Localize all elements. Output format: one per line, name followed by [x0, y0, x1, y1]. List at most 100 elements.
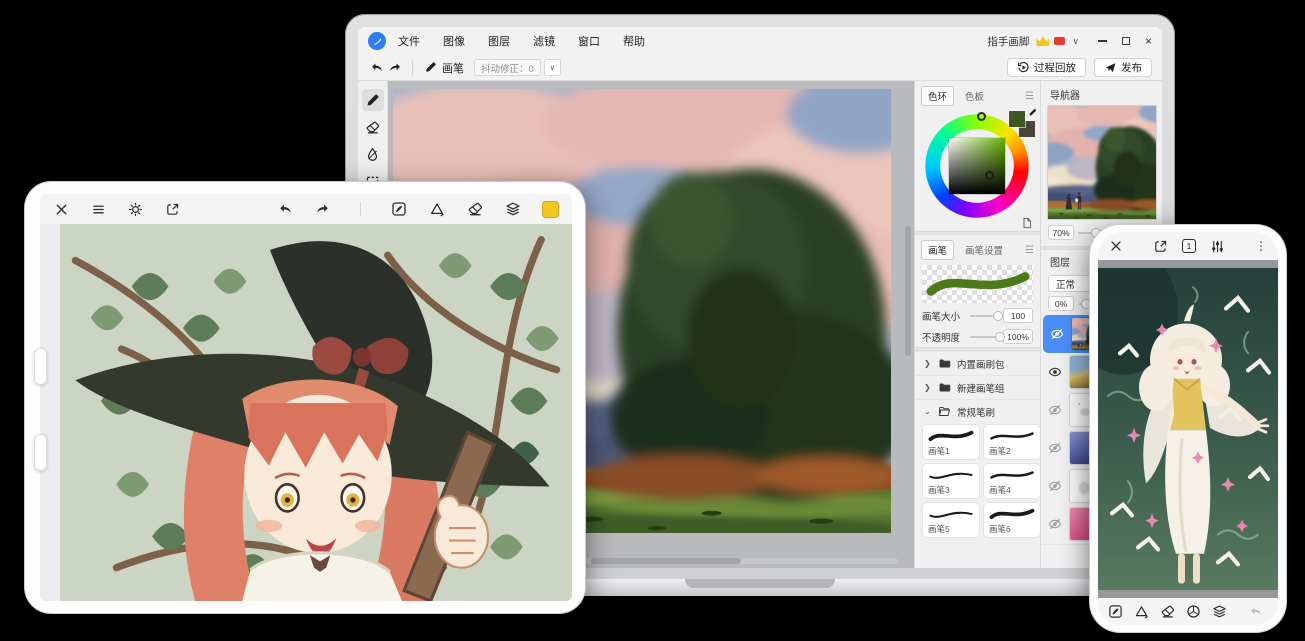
phone-device: 1 ⋮	[1090, 225, 1286, 632]
brush-size-value[interactable]: 100	[1003, 308, 1033, 323]
brush-card-4[interactable]: 画笔4	[984, 464, 1040, 498]
eye-icon[interactable]	[1045, 365, 1065, 379]
brush-tool-button[interactable]	[362, 89, 384, 111]
shape-tool-icon[interactable]	[429, 201, 445, 217]
hue-selector[interactable]	[977, 112, 986, 121]
tablet-artwork-witch-girl[interactable]	[60, 224, 572, 601]
layers-icon[interactable]	[505, 201, 521, 217]
zoom-value[interactable]: 70%	[1048, 225, 1074, 240]
brush-card-6[interactable]: 画笔6	[984, 503, 1040, 537]
canvas-brush-icon[interactable]	[391, 201, 407, 217]
tab-color-wheel[interactable]: 色环	[921, 86, 954, 106]
maximize-button[interactable]	[1122, 37, 1130, 45]
redo-button[interactable]	[386, 59, 404, 77]
export-icon[interactable]	[165, 202, 180, 217]
menu-help[interactable]: 帮助	[623, 33, 645, 49]
brush-panel-tabs: 画笔 画笔设置 ☰	[915, 235, 1040, 263]
menu-file[interactable]: 文件	[398, 33, 420, 49]
menu-bar: 文件 图像 图层 滤镜 窗口 帮助	[398, 33, 645, 49]
new-swatch-icon[interactable]	[1021, 217, 1033, 229]
quick-toolbar: 画笔 抖动修正：0 ∨ 过程回放 发布	[358, 55, 1162, 81]
stabilizer-field[interactable]: 抖动修正：0	[474, 59, 541, 76]
swatch-pen-icon	[1028, 108, 1037, 117]
tab-color-swatches[interactable]: 色板	[958, 86, 991, 106]
brush-card-2[interactable]: 画笔2	[984, 425, 1040, 459]
eye-off-icon[interactable]	[1045, 403, 1065, 417]
current-tool-label: 画笔	[442, 60, 464, 76]
eraser-icon[interactable]	[1160, 604, 1175, 619]
toolbar-divider	[412, 61, 413, 75]
tablet-toolbar	[40, 194, 572, 224]
redo-icon[interactable]	[315, 202, 330, 217]
account-name[interactable]: 指手画脚	[987, 34, 1029, 49]
tablet-screen	[40, 194, 572, 601]
canvas-brush-icon[interactable]	[1108, 604, 1123, 619]
brush-opacity-value[interactable]: 100%	[1003, 329, 1033, 344]
redo-icon[interactable]	[1274, 605, 1278, 619]
menu-filter[interactable]: 滤镜	[533, 33, 555, 49]
eye-off-icon[interactable]	[1047, 327, 1067, 341]
layer-count-icon[interactable]: 1	[1182, 239, 1196, 253]
menu-layer[interactable]: 图层	[488, 33, 510, 49]
undo-button[interactable]	[368, 59, 386, 77]
smudge-tool-button[interactable]	[362, 143, 384, 165]
horizontal-scroll-thumb[interactable]	[591, 558, 741, 564]
app-logo-icon	[368, 32, 386, 50]
brush-card-5[interactable]: 画笔5	[923, 503, 979, 537]
minimize-button[interactable]	[1098, 40, 1107, 42]
shape-tool-icon[interactable]	[1134, 604, 1149, 619]
brush-group-label: 内置画刷包	[957, 357, 1005, 371]
close-icon[interactable]	[1109, 239, 1123, 253]
close-button[interactable]: ×	[1145, 35, 1152, 47]
eraser-tool-button[interactable]	[362, 116, 384, 138]
laptop-notch	[685, 579, 835, 588]
brush-group-label: 新建画笔组	[957, 381, 1005, 395]
brush-group-regular[interactable]: ⌄ 常规笔刷	[915, 399, 1040, 423]
tab-brush[interactable]: 画笔	[921, 240, 954, 260]
layer-opacity-value[interactable]: 0%	[1048, 296, 1074, 311]
menu-window[interactable]: 窗口	[578, 33, 600, 49]
current-color-swatch[interactable]	[543, 202, 558, 217]
menu-icon[interactable]	[91, 202, 106, 217]
brush-size-knob[interactable]	[993, 311, 1003, 321]
more-menu-icon[interactable]: ⋮	[1255, 239, 1267, 253]
account-chevron-icon[interactable]: ∨	[1072, 36, 1079, 47]
stabilizer-chevron[interactable]: ∨	[544, 59, 561, 76]
brush-size-slider[interactable]	[970, 315, 998, 317]
eye-off-icon[interactable]	[1045, 441, 1065, 455]
phone-canvas-area[interactable]	[1098, 260, 1278, 598]
brush-group-builtin[interactable]: ❯ 内置画刷包	[915, 351, 1040, 375]
saturation-square[interactable]	[949, 138, 1005, 194]
navigator-thumbnail[interactable]	[1048, 106, 1156, 219]
adjust-icon[interactable]	[1210, 239, 1225, 254]
foreground-color-swatch[interactable]	[1009, 111, 1025, 127]
vertical-scroll-thumb[interactable]	[905, 226, 911, 356]
eraser-icon[interactable]	[467, 201, 483, 217]
left-side-panel: 色环 色板 ☰	[914, 81, 1040, 568]
close-icon[interactable]	[54, 202, 69, 217]
tab-brush-settings[interactable]: 画笔设置	[958, 240, 1010, 260]
undo-icon[interactable]	[1249, 605, 1263, 619]
replay-button[interactable]: 过程回放	[1007, 58, 1086, 77]
brush-opacity-knob[interactable]	[995, 332, 1005, 342]
export-icon[interactable]	[1153, 239, 1168, 254]
brush-opacity-slider[interactable]	[970, 336, 998, 338]
phone-artwork-girl[interactable]	[1098, 268, 1278, 590]
undo-icon[interactable]	[278, 202, 293, 217]
brush-card-1[interactable]: 画笔1	[923, 425, 979, 459]
layers-icon[interactable]	[1212, 604, 1227, 619]
level-badge	[1054, 37, 1065, 45]
sv-selector[interactable]	[985, 171, 994, 180]
color-panel-menu-icon[interactable]: ☰	[1025, 91, 1034, 102]
menu-image[interactable]: 图像	[443, 33, 465, 49]
brush-size-edge-slider[interactable]	[34, 348, 47, 385]
brush-panel-menu-icon[interactable]: ☰	[1025, 245, 1034, 256]
palette-icon[interactable]	[1186, 604, 1201, 619]
brush-group-new[interactable]: ❯ 新建画笔组	[915, 375, 1040, 399]
eye-off-icon[interactable]	[1045, 479, 1065, 493]
opacity-edge-slider[interactable]	[34, 434, 47, 471]
brush-card-3[interactable]: 画笔3	[923, 464, 979, 498]
settings-icon[interactable]	[128, 202, 143, 217]
publish-button[interactable]: 发布	[1094, 58, 1152, 77]
eye-off-icon[interactable]	[1045, 517, 1065, 531]
